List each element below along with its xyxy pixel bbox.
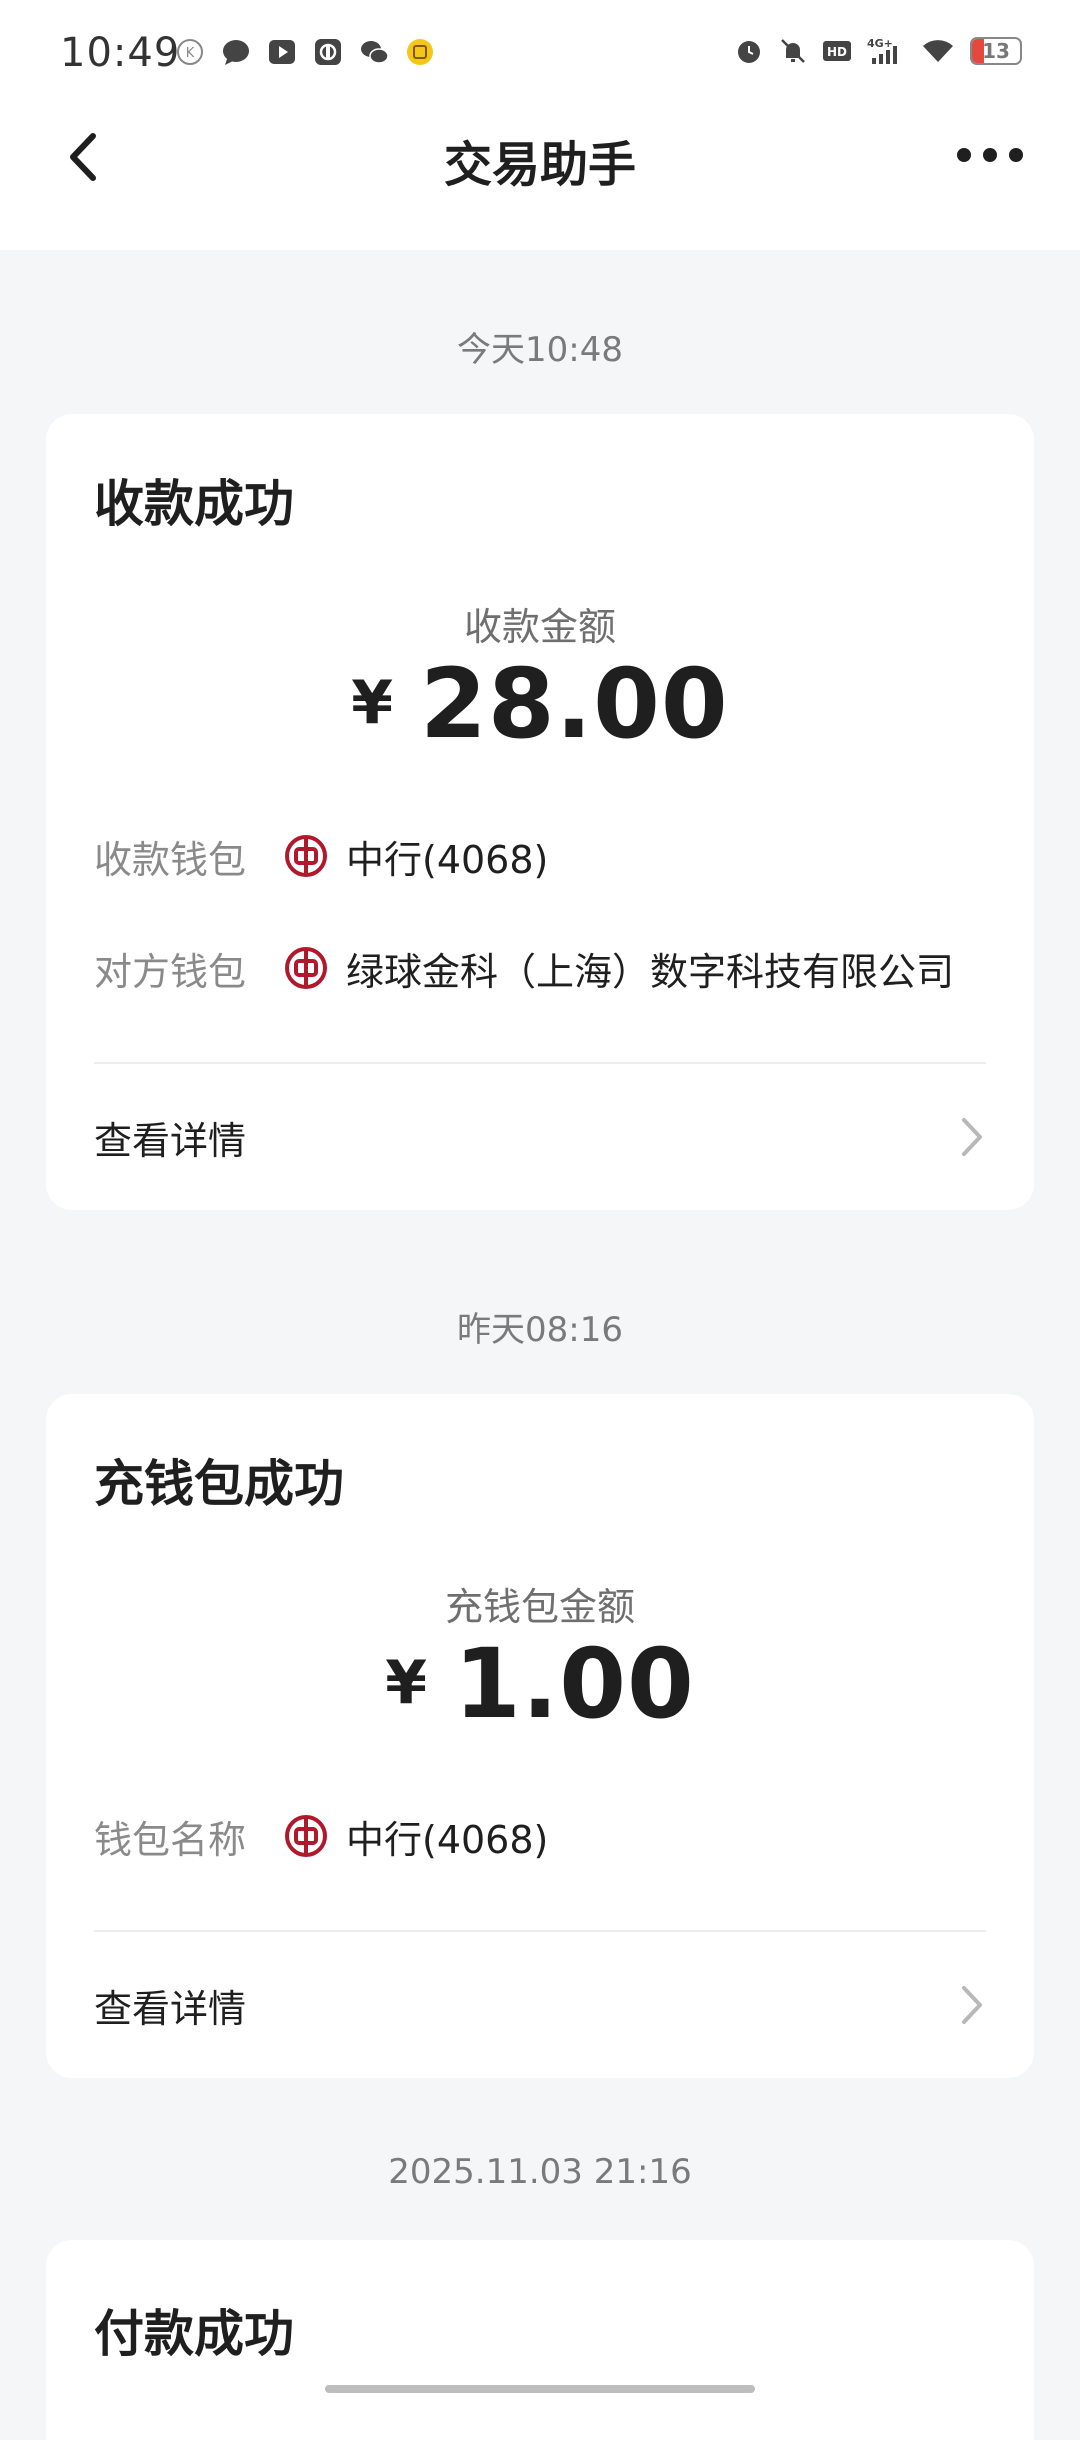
row-label: 收款钱包 xyxy=(94,837,247,882)
row-label: 对方钱包 xyxy=(94,949,247,994)
transaction-card: 收款成功 收款金额 ¥28.00 收款钱包 中行(4068) 对方钱包 绿球金科… xyxy=(46,414,1034,1210)
app-icon xyxy=(315,39,341,65)
video-play-icon xyxy=(269,40,295,64)
wechat-icon xyxy=(361,41,389,64)
view-details-link[interactable]: 查看详情 xyxy=(94,1097,986,1177)
bank-of-china-logo-icon xyxy=(285,835,327,877)
amount-label: 收款金额 xyxy=(463,605,616,649)
receiving-wallet-row: 收款钱包 中行(4068) xyxy=(94,826,548,886)
transaction-card: 充钱包成功 充钱包金额 ¥1.00 钱包名称 中行(4068) 查看详情 xyxy=(46,1394,1034,2078)
k-app-icon: K xyxy=(177,39,203,65)
battery-level: 13 xyxy=(982,39,1010,63)
battery-icon: 13 xyxy=(970,37,1022,65)
counterparty-wallet-row: 对方钱包 绿球金科（上海）数字科技有限公司 xyxy=(94,938,954,998)
view-details-label: 查看详情 xyxy=(94,1986,247,2031)
bank-of-china-logo-icon xyxy=(285,947,327,989)
notification-icons: K xyxy=(175,37,435,67)
currency-symbol: ¥ xyxy=(385,1648,428,1718)
more-options-button[interactable] xyxy=(950,135,1030,175)
signal-4g-icon: 4G+ xyxy=(867,37,897,64)
row-value: 中行(4068) xyxy=(346,837,549,882)
home-indicator[interactable] xyxy=(325,2385,755,2393)
status-bar: 10:49 K HD 4G+ 13 xyxy=(0,0,1080,115)
bank-of-china-logo-icon xyxy=(285,1815,327,1857)
status-time: 10:49 xyxy=(60,30,181,76)
mute-bell-icon xyxy=(781,39,805,63)
svg-text:K: K xyxy=(186,46,195,61)
transaction-timestamp: 今天10:48 xyxy=(457,330,623,370)
amount-label: 充钱包金额 xyxy=(444,1585,635,1629)
transaction-card: 付款成功 xyxy=(46,2240,1034,2440)
system-icons: HD 4G+ 13 xyxy=(734,36,1022,66)
view-details-link[interactable]: 查看详情 xyxy=(94,1965,986,2045)
hd-icon: HD xyxy=(823,41,851,61)
transaction-timestamp: 2025.11.03 21:16 xyxy=(388,2152,692,2192)
wallet-name-row: 钱包名称 中行(4068) xyxy=(94,1806,548,1866)
view-details-label: 查看详情 xyxy=(94,1118,247,1163)
svg-text:4G+: 4G+ xyxy=(867,37,893,50)
svg-text:HD: HD xyxy=(827,45,847,59)
currency-symbol: ¥ xyxy=(351,668,395,738)
divider xyxy=(94,1930,986,1932)
page-title: 交易助手 xyxy=(443,137,636,193)
amount-number: 28.00 xyxy=(420,648,729,760)
wifi-icon xyxy=(923,40,953,62)
chevron-right-icon xyxy=(962,1986,982,2024)
transaction-title: 充钱包成功 xyxy=(94,1455,344,1513)
row-value: 中行(4068) xyxy=(346,1817,549,1862)
row-value: 绿球金科（上海）数字科技有限公司 xyxy=(346,949,955,994)
amount-value: ¥1.00 xyxy=(46,1628,1034,1740)
transaction-title: 付款成功 xyxy=(94,2305,294,2363)
alarm-icon xyxy=(738,41,760,63)
transaction-timestamp: 昨天08:16 xyxy=(457,1310,623,1350)
chevron-right-icon xyxy=(962,1118,982,1156)
amount-number: 1.00 xyxy=(453,1628,695,1740)
amount-value: ¥28.00 xyxy=(46,648,1034,760)
transaction-title: 收款成功 xyxy=(94,475,294,533)
yellow-app-icon xyxy=(407,39,433,65)
row-label: 钱包名称 xyxy=(94,1817,247,1862)
message-bubble-icon xyxy=(223,40,249,65)
divider xyxy=(94,1062,986,1064)
